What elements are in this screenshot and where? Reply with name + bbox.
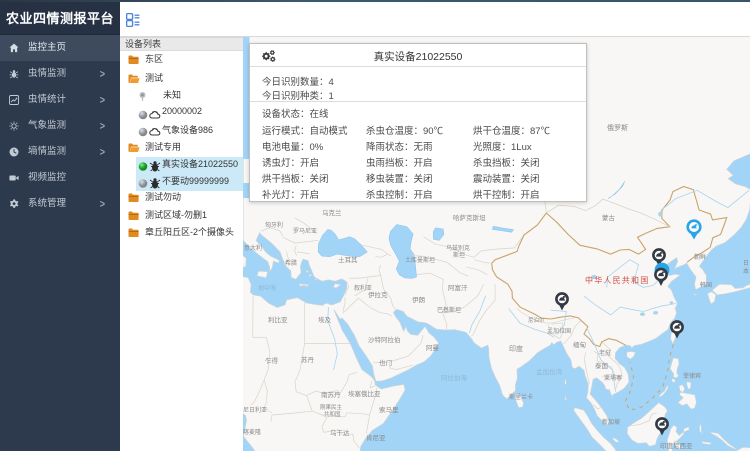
svg-text:索马里: 索马里 [379, 405, 399, 414]
svg-text:巴基斯坦: 巴基斯坦 [437, 306, 461, 314]
svg-text:苏丹: 苏丹 [301, 355, 315, 364]
svg-text:土库曼斯坦: 土库曼斯坦 [405, 256, 435, 264]
svg-text:土耳其: 土耳其 [338, 255, 358, 264]
svg-text:缅甸: 缅甸 [573, 340, 586, 349]
svg-text:阿富汗: 阿富汗 [448, 283, 468, 292]
svg-text:菲律宾: 菲律宾 [683, 372, 701, 380]
svg-text:伊朗: 伊朗 [412, 295, 425, 304]
svg-text:叙利亚: 叙利亚 [354, 284, 372, 292]
svg-text:肯尼亚: 肯尼亚 [366, 433, 386, 442]
svg-text:阿拉伯海: 阿拉伯海 [441, 373, 468, 382]
svg-text:埃及: 埃及 [318, 315, 332, 324]
svg-text:阿曼: 阿曼 [426, 343, 440, 352]
svg-text:孟加拉国: 孟加拉国 [547, 327, 571, 335]
svg-text:意大利: 意大利 [244, 244, 262, 252]
svg-text:尼日利亚: 尼日利亚 [243, 406, 267, 414]
svg-text:本: 本 [743, 267, 749, 275]
svg-text:中华人民共和国: 中华人民共和国 [585, 275, 649, 285]
svg-text:也门: 也门 [379, 358, 392, 367]
svg-text:印度: 印度 [509, 344, 523, 353]
svg-text:罗马尼亚: 罗马尼亚 [293, 227, 317, 235]
svg-text:日: 日 [743, 260, 749, 267]
svg-text:印度尼西亚: 印度尼西亚 [660, 441, 693, 450]
svg-text:孟加拉湾: 孟加拉湾 [536, 367, 563, 376]
svg-text:韩国: 韩国 [700, 281, 712, 289]
svg-text:喀麦隆: 喀麦隆 [243, 428, 261, 436]
svg-text:俄罗斯: 俄罗斯 [607, 123, 628, 132]
svg-text:地中海: 地中海 [258, 284, 276, 292]
svg-text:蒙古: 蒙古 [602, 213, 616, 222]
svg-text:朝鲜: 朝鲜 [694, 253, 706, 261]
svg-text:乌兹别克: 乌兹别克 [446, 244, 470, 252]
svg-text:希腊: 希腊 [285, 259, 297, 267]
svg-text:埃塞俄比亚: 埃塞俄比亚 [348, 389, 381, 398]
svg-text:泰国: 泰国 [595, 361, 608, 370]
svg-text:利比亚: 利比亚 [268, 315, 288, 324]
svg-text:斯里兰卡: 斯里兰卡 [509, 393, 533, 401]
svg-text:沙特阿拉伯: 沙特阿拉伯 [368, 335, 401, 344]
svg-text:哈萨克斯坦: 哈萨克斯坦 [453, 213, 486, 222]
svg-text:斯坦: 斯坦 [453, 251, 465, 259]
svg-text:尼泊尔: 尼泊尔 [528, 316, 545, 324]
svg-text:共和国: 共和国 [324, 410, 341, 418]
svg-text:匈牙利: 匈牙利 [265, 221, 283, 229]
svg-text:乌克兰: 乌克兰 [322, 208, 342, 217]
svg-text:南苏丹: 南苏丹 [321, 390, 341, 399]
svg-text:乍得: 乍得 [265, 356, 279, 365]
svg-text:新加坡: 新加坡 [602, 418, 620, 426]
svg-text:刚果民主: 刚果民主 [320, 403, 343, 411]
svg-text:柬埔寨: 柬埔寨 [604, 374, 622, 382]
svg-text:老挝: 老挝 [599, 349, 611, 357]
svg-text:乌干达: 乌干达 [330, 428, 350, 437]
